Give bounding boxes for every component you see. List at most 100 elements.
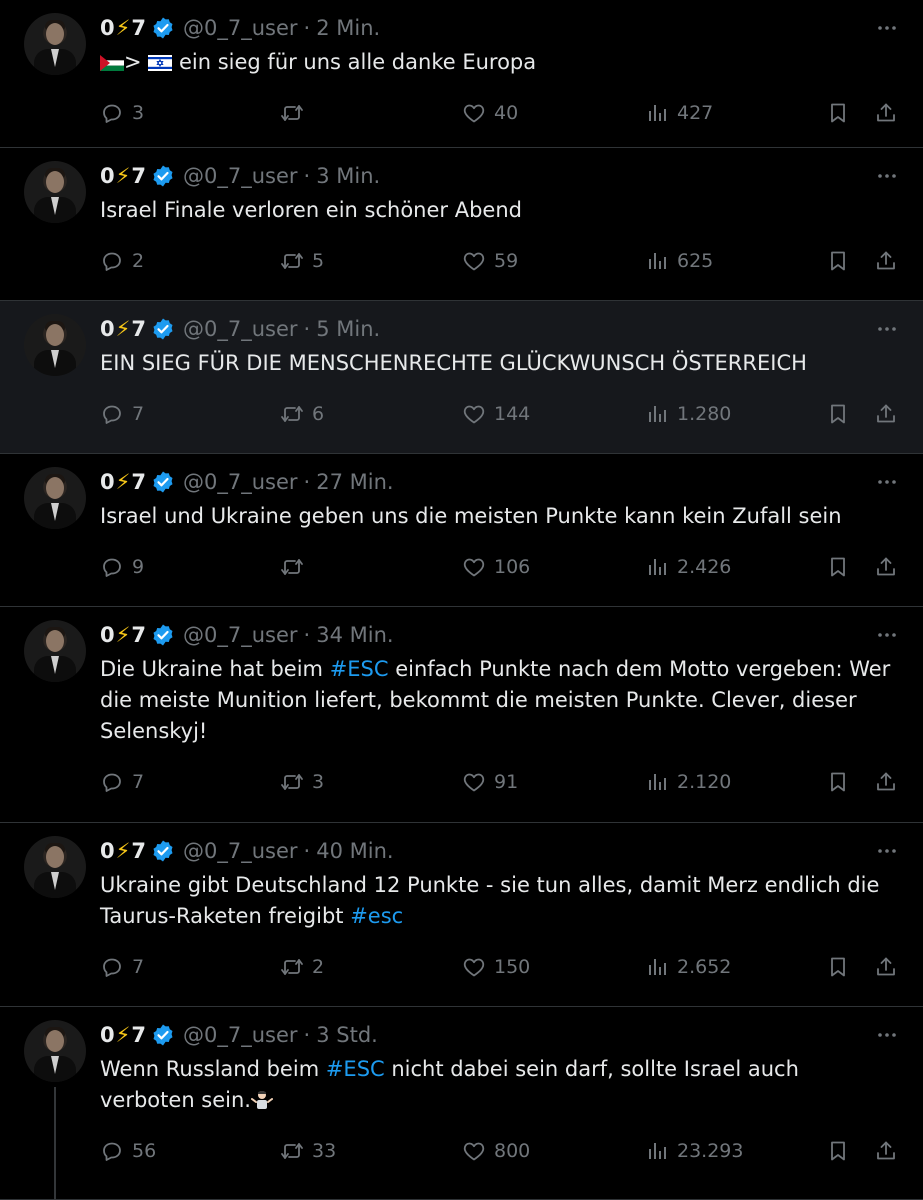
avatar[interactable] [24, 314, 86, 376]
user-handle[interactable]: @0_7_user [183, 164, 298, 188]
avatar[interactable] [24, 620, 86, 682]
like-button[interactable]: 800 [462, 1136, 530, 1166]
more-icon[interactable] [875, 623, 899, 647]
avatar[interactable] [24, 836, 86, 898]
repost-button[interactable]: 33 [280, 1136, 336, 1166]
repost-button[interactable]: 2 [280, 952, 324, 982]
like-icon [462, 555, 486, 579]
like-icon [462, 249, 486, 273]
timestamp[interactable]: 40 Min. [316, 839, 393, 863]
tweet-header: 0 ⚡ 7 @0_7_user · 5 Min. [100, 314, 380, 344]
timestamp[interactable]: 3 Min. [316, 164, 380, 188]
tweet[interactable]: 0 ⚡ 7 @0_7_user · 40 Min. Ukraine gibt Deutsch… [0, 823, 923, 1007]
like-button[interactable]: 59 [462, 246, 518, 276]
reply-button[interactable]: 7 [100, 767, 144, 797]
bookmark-button[interactable] [826, 767, 850, 797]
more-icon[interactable] [875, 470, 899, 494]
avatar[interactable] [24, 13, 86, 75]
repost-button[interactable]: 3 [280, 767, 324, 797]
display-name[interactable]: 0 ⚡ 7 [100, 623, 146, 647]
reply-button[interactable]: 3 [100, 98, 144, 128]
bookmark-button[interactable] [826, 952, 850, 982]
user-handle[interactable]: @0_7_user [183, 1023, 298, 1047]
tweet[interactable]: 0 ⚡ 7 @0_7_user · 2 Min. > ein sieg für uns al… [0, 0, 923, 148]
timestamp[interactable]: 27 Min. [316, 470, 393, 494]
share-button[interactable] [874, 399, 898, 429]
timestamp[interactable]: 3 Std. [316, 1023, 378, 1047]
views-button[interactable]: 2.652 [645, 952, 731, 982]
timestamp[interactable]: 34 Min. [316, 623, 393, 647]
like-icon [462, 101, 486, 125]
user-handle[interactable]: @0_7_user [183, 16, 298, 40]
bookmark-button[interactable] [826, 399, 850, 429]
reply-button[interactable]: 7 [100, 399, 144, 429]
user-handle[interactable]: @0_7_user [183, 317, 298, 341]
bookmark-button[interactable] [826, 246, 850, 276]
views-button[interactable]: 2.426 [645, 552, 731, 582]
user-handle[interactable]: @0_7_user [183, 623, 298, 647]
tweet[interactable]: 0 ⚡ 7 @0_7_user · 27 Min. Israel und Ukraine g… [0, 454, 923, 607]
like-button[interactable]: 144 [462, 399, 530, 429]
display-name[interactable]: 0 ⚡ 7 [100, 470, 146, 494]
display-name[interactable]: 0 ⚡ 7 [100, 164, 146, 188]
display-name[interactable]: 0 ⚡ 7 [100, 317, 146, 341]
hashtag-link[interactable]: #ESC [326, 1057, 385, 1081]
bookmark-button[interactable] [826, 1136, 850, 1166]
tweet-actions: 56 33 800 23.293 [100, 1136, 900, 1166]
more-icon[interactable] [875, 164, 899, 188]
share-button[interactable] [874, 246, 898, 276]
user-handle[interactable]: @0_7_user [183, 470, 298, 494]
separator-dot: · [303, 164, 311, 188]
tweet[interactable]: 0 ⚡ 7 @0_7_user · 34 Min. Die Ukraine hat beim… [0, 607, 923, 823]
repost-button[interactable]: 5 [280, 246, 324, 276]
more-icon[interactable] [875, 1023, 899, 1047]
reply-button[interactable]: 7 [100, 952, 144, 982]
views-button[interactable]: 1.280 [645, 399, 731, 429]
repost-icon [280, 770, 304, 794]
like-button[interactable]: 40 [462, 98, 518, 128]
like-count: 91 [494, 771, 519, 793]
avatar[interactable] [24, 1020, 86, 1082]
bookmark-button[interactable] [826, 552, 850, 582]
share-icon [874, 770, 898, 794]
share-button[interactable] [874, 1136, 898, 1166]
views-icon [645, 249, 669, 273]
reply-button[interactable]: 56 [100, 1136, 156, 1166]
like-button[interactable]: 150 [462, 952, 530, 982]
views-button[interactable]: 625 [645, 246, 713, 276]
reply-button[interactable]: 9 [100, 552, 144, 582]
tweet[interactable]: 0 ⚡ 7 @0_7_user · 3 Std. Wenn Russland beim #E… [0, 1007, 923, 1200]
bookmark-button[interactable] [826, 98, 850, 128]
user-handle[interactable]: @0_7_user [183, 839, 298, 863]
more-icon[interactable] [875, 317, 899, 341]
share-button[interactable] [874, 767, 898, 797]
display-name[interactable]: 0 ⚡ 7 [100, 1023, 146, 1047]
repost-button[interactable]: 6 [280, 399, 324, 429]
tweet[interactable]: 0 ⚡ 7 @0_7_user · 3 Min. Israel Finale verlore… [0, 148, 923, 301]
like-button[interactable]: 91 [462, 767, 518, 797]
reply-button[interactable]: 2 [100, 246, 144, 276]
avatar[interactable] [24, 161, 86, 223]
like-button[interactable]: 106 [462, 552, 530, 582]
timestamp[interactable]: 5 Min. [316, 317, 380, 341]
more-icon[interactable] [875, 16, 899, 40]
display-name[interactable]: 0 ⚡ 7 [100, 839, 146, 863]
more-icon[interactable] [875, 839, 899, 863]
share-button[interactable] [874, 98, 898, 128]
hashtag-link[interactable]: #esc [350, 904, 403, 928]
views-button[interactable]: 23.293 [645, 1136, 743, 1166]
repost-button[interactable] [280, 98, 312, 128]
views-button[interactable]: 2.120 [645, 767, 731, 797]
tweet[interactable]: 0 ⚡ 7 @0_7_user · 5 Min. EIN SIEG FÜR DIE MENS… [0, 301, 923, 454]
verified-badge-icon [151, 623, 175, 647]
timestamp[interactable]: 2 Min. [316, 16, 380, 40]
display-name[interactable]: 0 ⚡ 7 [100, 16, 146, 40]
share-button[interactable] [874, 952, 898, 982]
hashtag-link[interactable]: #ESC [330, 657, 389, 681]
separator-dot: · [303, 470, 311, 494]
views-button[interactable]: 427 [645, 98, 713, 128]
share-button[interactable] [874, 552, 898, 582]
views-icon [645, 770, 669, 794]
repost-button[interactable] [280, 552, 312, 582]
avatar[interactable] [24, 467, 86, 529]
